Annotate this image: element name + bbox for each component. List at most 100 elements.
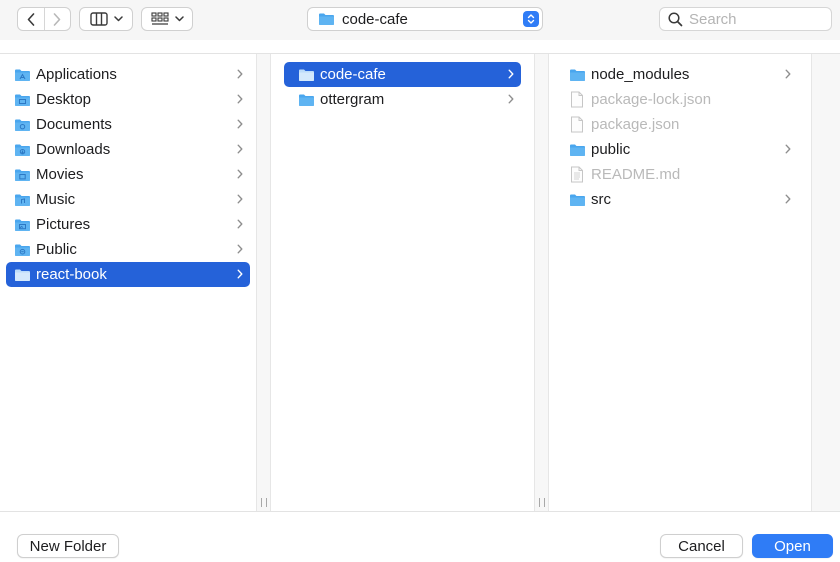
chevron-right-icon: [237, 94, 243, 104]
column-resize-gutter[interactable]: [256, 54, 271, 511]
item-label: src: [591, 191, 611, 208]
chevron-right-icon: [237, 194, 243, 204]
item-label: node_modules: [591, 66, 690, 83]
item-label: ottergram: [320, 91, 385, 108]
browser-column-1[interactable]: Applications Desktop Documents Downloads Mov…: [0, 54, 256, 511]
disclosure-chevron: [236, 193, 244, 205]
file-item-package-json: package.json: [555, 112, 798, 137]
item-icon: [13, 242, 31, 258]
column-view-button[interactable]: [79, 7, 133, 31]
disclosure-chevron: [236, 243, 244, 255]
folder-item-pictures[interactable]: Pictures: [6, 212, 250, 237]
chevron-right-icon: [237, 144, 243, 154]
folder-item-react-book[interactable]: react-book: [6, 262, 250, 287]
browser-column-3[interactable]: node_modules package-lock.json package.jso…: [549, 54, 811, 511]
chevron-right-icon: [508, 94, 514, 104]
new-folder-button[interactable]: New Folder: [17, 534, 119, 558]
disclosure-chevron: [507, 93, 515, 105]
applications-folder-icon: [14, 69, 30, 81]
item-icon: [13, 92, 31, 108]
back-forward-group: [17, 7, 71, 31]
folder-icon: [569, 194, 585, 206]
chevron-right-icon: [237, 69, 243, 79]
chevron-right-icon: [237, 244, 243, 254]
back-button[interactable]: [18, 8, 44, 30]
item-icon: [297, 92, 315, 108]
item-label: Downloads: [36, 141, 111, 158]
open-button[interactable]: Open: [752, 534, 833, 558]
chevron-right-icon: [237, 119, 243, 129]
item-label: Pictures: [36, 216, 91, 233]
path-popup-button[interactable]: code-cafe: [307, 7, 543, 31]
disclosure-chevron: [236, 268, 244, 280]
chevron-left-icon: [27, 12, 35, 26]
item-icon: [568, 67, 586, 83]
item-icon: [568, 192, 586, 208]
resize-grip-icon[interactable]: [539, 498, 545, 507]
item-label: README.md: [591, 166, 681, 183]
chevron-right-icon: [237, 219, 243, 229]
folder-item-code-cafe[interactable]: code-cafe: [284, 62, 521, 87]
item-label: code-cafe: [320, 66, 386, 83]
item-label: public: [591, 141, 631, 158]
documents-folder-icon: [14, 119, 30, 131]
column-view-icon: [89, 12, 108, 26]
column-resize-gutter[interactable]: [534, 54, 549, 511]
chevron-right-icon: [237, 169, 243, 179]
downloads-folder-icon: [14, 144, 30, 156]
item-icon: [568, 142, 586, 158]
chevron-down-icon: [174, 16, 184, 22]
item-label: Public: [36, 241, 77, 258]
item-icon: [13, 192, 31, 208]
toolbar: code-cafe: [0, 0, 840, 40]
folder-item-node-modules[interactable]: node_modules: [555, 62, 798, 87]
item-icon: [568, 116, 586, 133]
dialog-button-bar: New Folder Cancel Open: [0, 512, 840, 562]
chevron-right-icon: [237, 269, 243, 279]
folder-item-documents[interactable]: Documents: [6, 112, 250, 137]
item-icon: [13, 167, 31, 183]
disclosure-chevron: [236, 143, 244, 155]
movies-folder-icon: [14, 169, 30, 181]
music-folder-icon: [14, 194, 30, 206]
popup-stepper: [523, 11, 539, 27]
cancel-button[interactable]: Cancel: [660, 534, 743, 558]
folder-item-movies[interactable]: Movies: [6, 162, 250, 187]
browser-column-2[interactable]: code-cafe ottergram: [271, 54, 534, 511]
item-label: Documents: [36, 116, 112, 133]
empty-column-area: [811, 54, 840, 511]
up-down-chevron-icon: [527, 14, 535, 24]
file-item-readme-md: README.md: [555, 162, 798, 187]
item-label: package.json: [591, 116, 680, 133]
disclosure-chevron: [784, 143, 792, 155]
folder-item-downloads[interactable]: Downloads: [6, 137, 250, 162]
folder-item-public[interactable]: public: [555, 137, 798, 162]
item-label: react-book: [36, 266, 107, 283]
folder-item-ottergram[interactable]: ottergram: [284, 87, 521, 112]
search-field[interactable]: [659, 7, 832, 31]
search-icon: [668, 11, 683, 26]
search-input[interactable]: [689, 10, 829, 28]
folder-item-desktop[interactable]: Desktop: [6, 87, 250, 112]
folder-item-music[interactable]: Music: [6, 187, 250, 212]
forward-button[interactable]: [43, 8, 70, 30]
chevron-right-icon: [508, 69, 514, 79]
chevron-right-icon: [785, 69, 791, 79]
resize-grip-icon[interactable]: [261, 498, 267, 507]
item-icon: [13, 142, 31, 158]
chevron-down-icon: [113, 16, 123, 22]
file-icon: [571, 91, 583, 108]
folder-icon: [569, 144, 585, 156]
folder-icon: [569, 69, 585, 81]
folder-icon: [298, 94, 314, 106]
folder-icon: [14, 269, 30, 281]
item-label: Movies: [36, 166, 84, 183]
disclosure-chevron: [507, 68, 515, 80]
folder-item-public[interactable]: Public: [6, 237, 250, 262]
folder-item-applications[interactable]: Applications: [6, 62, 250, 87]
group-view-button[interactable]: [141, 7, 193, 31]
folder-item-src[interactable]: src: [555, 187, 798, 212]
file-item-package-lock-json: package-lock.json: [555, 87, 798, 112]
chevron-right-icon: [785, 194, 791, 204]
item-icon: [13, 267, 31, 283]
